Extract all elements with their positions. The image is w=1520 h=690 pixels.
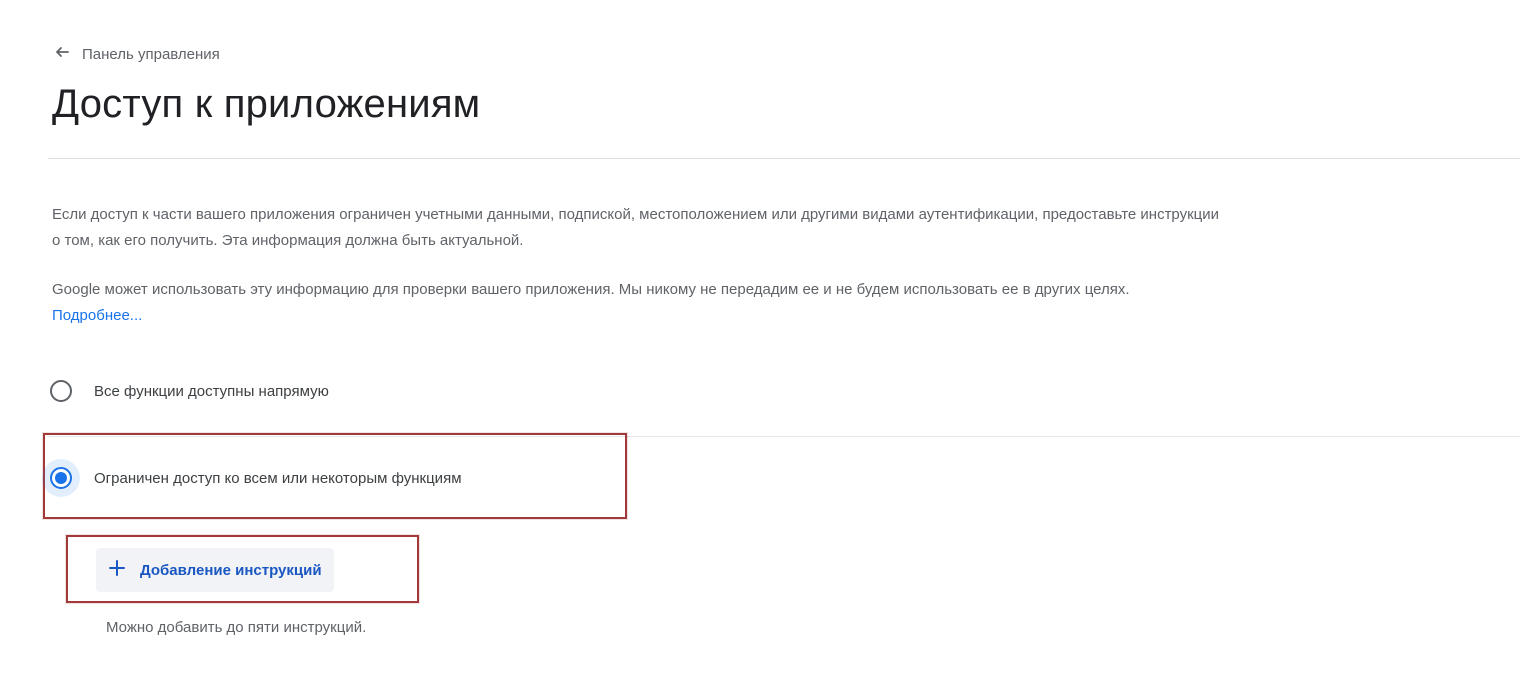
learn-more-link[interactable]: Подробнее... [52,307,142,324]
arrow-left-icon [52,42,72,66]
add-instructions-label: Добавление инструкций [140,561,322,579]
option-label: Ограничен доступ ко всем или некоторым ф… [94,469,462,487]
plus-icon [108,559,126,581]
description-paragraph-2: Google может использовать эту информацию… [52,277,1222,329]
header-divider [48,158,1520,159]
back-link[interactable]: Панель управления [52,42,220,66]
instructions-hint: Можно добавить до пяти инструкций. [106,619,367,636]
option-label: Все функции доступны напрямую [94,382,329,400]
option-all-functions-available[interactable]: Все функции доступны напрямую [50,380,329,402]
radio-button[interactable] [50,380,72,402]
add-instructions-button[interactable]: Добавление инструкций [96,548,334,592]
option-restricted-access[interactable]: Ограничен доступ ко всем или некоторым ф… [50,467,462,489]
back-link-label: Панель управления [82,45,220,63]
radio-button-selected[interactable] [50,467,72,489]
page-title: Доступ к приложениям [52,82,481,126]
app-access-page: Панель управления Доступ к приложениям Е… [0,0,1520,690]
description-paragraph-1: Если доступ к части вашего приложения ог… [52,206,1220,249]
description-paragraph-2-text: Google может использовать эту информацию… [52,281,1130,298]
